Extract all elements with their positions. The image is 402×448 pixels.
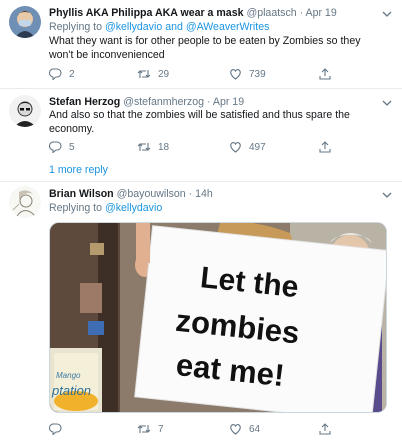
reply-count: 2	[69, 68, 75, 80]
like-button[interactable]: 64	[229, 422, 260, 436]
tweet-phyllis[interactable]: Phyllis AKA Philippa AKA wear a mask @pl…	[0, 0, 402, 88]
heart-icon	[230, 142, 241, 153]
storefront-text: Mango	[56, 371, 81, 380]
tweet-text: And also so that the zombies will be sat…	[49, 108, 384, 136]
reply-handle-link[interactable]: @kellydavio	[105, 21, 162, 33]
chevron-down-icon[interactable]	[382, 10, 392, 18]
like-count: 739	[249, 68, 266, 80]
reply-icon	[49, 423, 62, 435]
share-button[interactable]	[319, 422, 331, 436]
retweet-count: 18	[158, 141, 170, 153]
tweet-text-line: What they want is for other people to be…	[49, 35, 361, 47]
reply-joiner: and	[165, 21, 183, 33]
chevron-down-icon[interactable]	[382, 99, 392, 107]
reply-handle-link[interactable]: @kellydavio	[105, 202, 162, 214]
like-button[interactable]: 739	[229, 67, 266, 81]
tweet-header: Phyllis AKA Philippa AKA wear a mask @pl…	[49, 6, 337, 21]
retweet-icon	[137, 143, 151, 151]
avatar[interactable]	[9, 95, 41, 127]
replying-prefix: Replying to	[49, 21, 102, 33]
timestamp[interactable]: Apr 19	[306, 7, 337, 19]
like-count: 64	[249, 423, 261, 435]
show-more-replies-link[interactable]: 1 more reply	[49, 164, 108, 176]
replying-to: Replying to @kellydavio	[49, 201, 162, 215]
tweet-actions: 2 29 739	[49, 67, 349, 81]
timestamp[interactable]: Apr 19	[213, 96, 244, 108]
separator: ·	[206, 96, 211, 108]
like-button[interactable]: 497	[229, 140, 266, 154]
separator: ·	[188, 188, 193, 200]
heart-icon	[230, 69, 241, 80]
retweet-count: 29	[158, 68, 170, 80]
reply-button[interactable]: 5	[49, 140, 75, 154]
avatar[interactable]	[9, 6, 41, 38]
tweet-actions: 7 64	[49, 422, 349, 436]
retweet-button[interactable]: 18	[137, 140, 169, 154]
retweet-icon	[137, 70, 151, 78]
tweet-header: Brian Wilson @bayouwilson · 14h	[49, 187, 213, 202]
tweet-actions: 5 18 497	[49, 140, 349, 154]
display-name[interactable]: Stefan Herzog	[49, 96, 120, 108]
reply-icon	[49, 141, 62, 153]
heart-icon	[230, 424, 241, 435]
chevron-down-icon[interactable]	[382, 191, 392, 199]
retweet-button[interactable]: 7	[137, 422, 164, 436]
tweet-text-line: won't be inconvenienced	[49, 49, 165, 61]
display-name[interactable]: Brian Wilson	[49, 188, 114, 200]
share-button[interactable]	[319, 140, 331, 154]
storefront-text: ptation	[51, 383, 91, 398]
tweet-text-line: And also so that the zombies will be sat…	[49, 109, 350, 121]
reply-handle-link[interactable]: @AWeaverWrites	[186, 21, 270, 33]
display-name[interactable]: Phyllis AKA Philippa AKA wear a mask	[49, 7, 243, 19]
user-handle[interactable]: @plaatsch	[246, 7, 296, 19]
separator: ·	[299, 7, 304, 19]
timestamp[interactable]: 14h	[195, 188, 213, 200]
retweet-button[interactable]: 29	[137, 67, 169, 81]
avatar[interactable]	[9, 186, 41, 218]
tweet-text-line: economy.	[49, 123, 95, 135]
share-icon	[319, 423, 331, 435]
replying-prefix: Replying to	[49, 202, 102, 214]
like-count: 497	[249, 141, 266, 153]
reply-icon	[49, 68, 62, 80]
reply-button[interactable]	[49, 422, 69, 436]
tweet-media-image[interactable]: Mango ptation Let the zombies eat me!	[49, 222, 387, 413]
reply-button[interactable]: 2	[49, 67, 75, 81]
retweet-count: 7	[158, 423, 164, 435]
tweet-text: What they want is for other people to be…	[49, 34, 384, 62]
reply-count: 5	[69, 141, 75, 153]
replying-to: Replying to @kellydavio and @AWeaverWrit…	[49, 20, 269, 34]
share-button[interactable]	[319, 67, 331, 81]
tweet-stefan[interactable]: Stefan Herzog @stefanmherzog · Apr 19 An…	[0, 89, 402, 161]
user-handle[interactable]: @stefanmherzog	[123, 96, 204, 108]
retweet-icon	[137, 425, 151, 433]
share-icon	[319, 68, 331, 80]
user-handle[interactable]: @bayouwilson	[117, 188, 186, 200]
share-icon	[319, 141, 331, 153]
